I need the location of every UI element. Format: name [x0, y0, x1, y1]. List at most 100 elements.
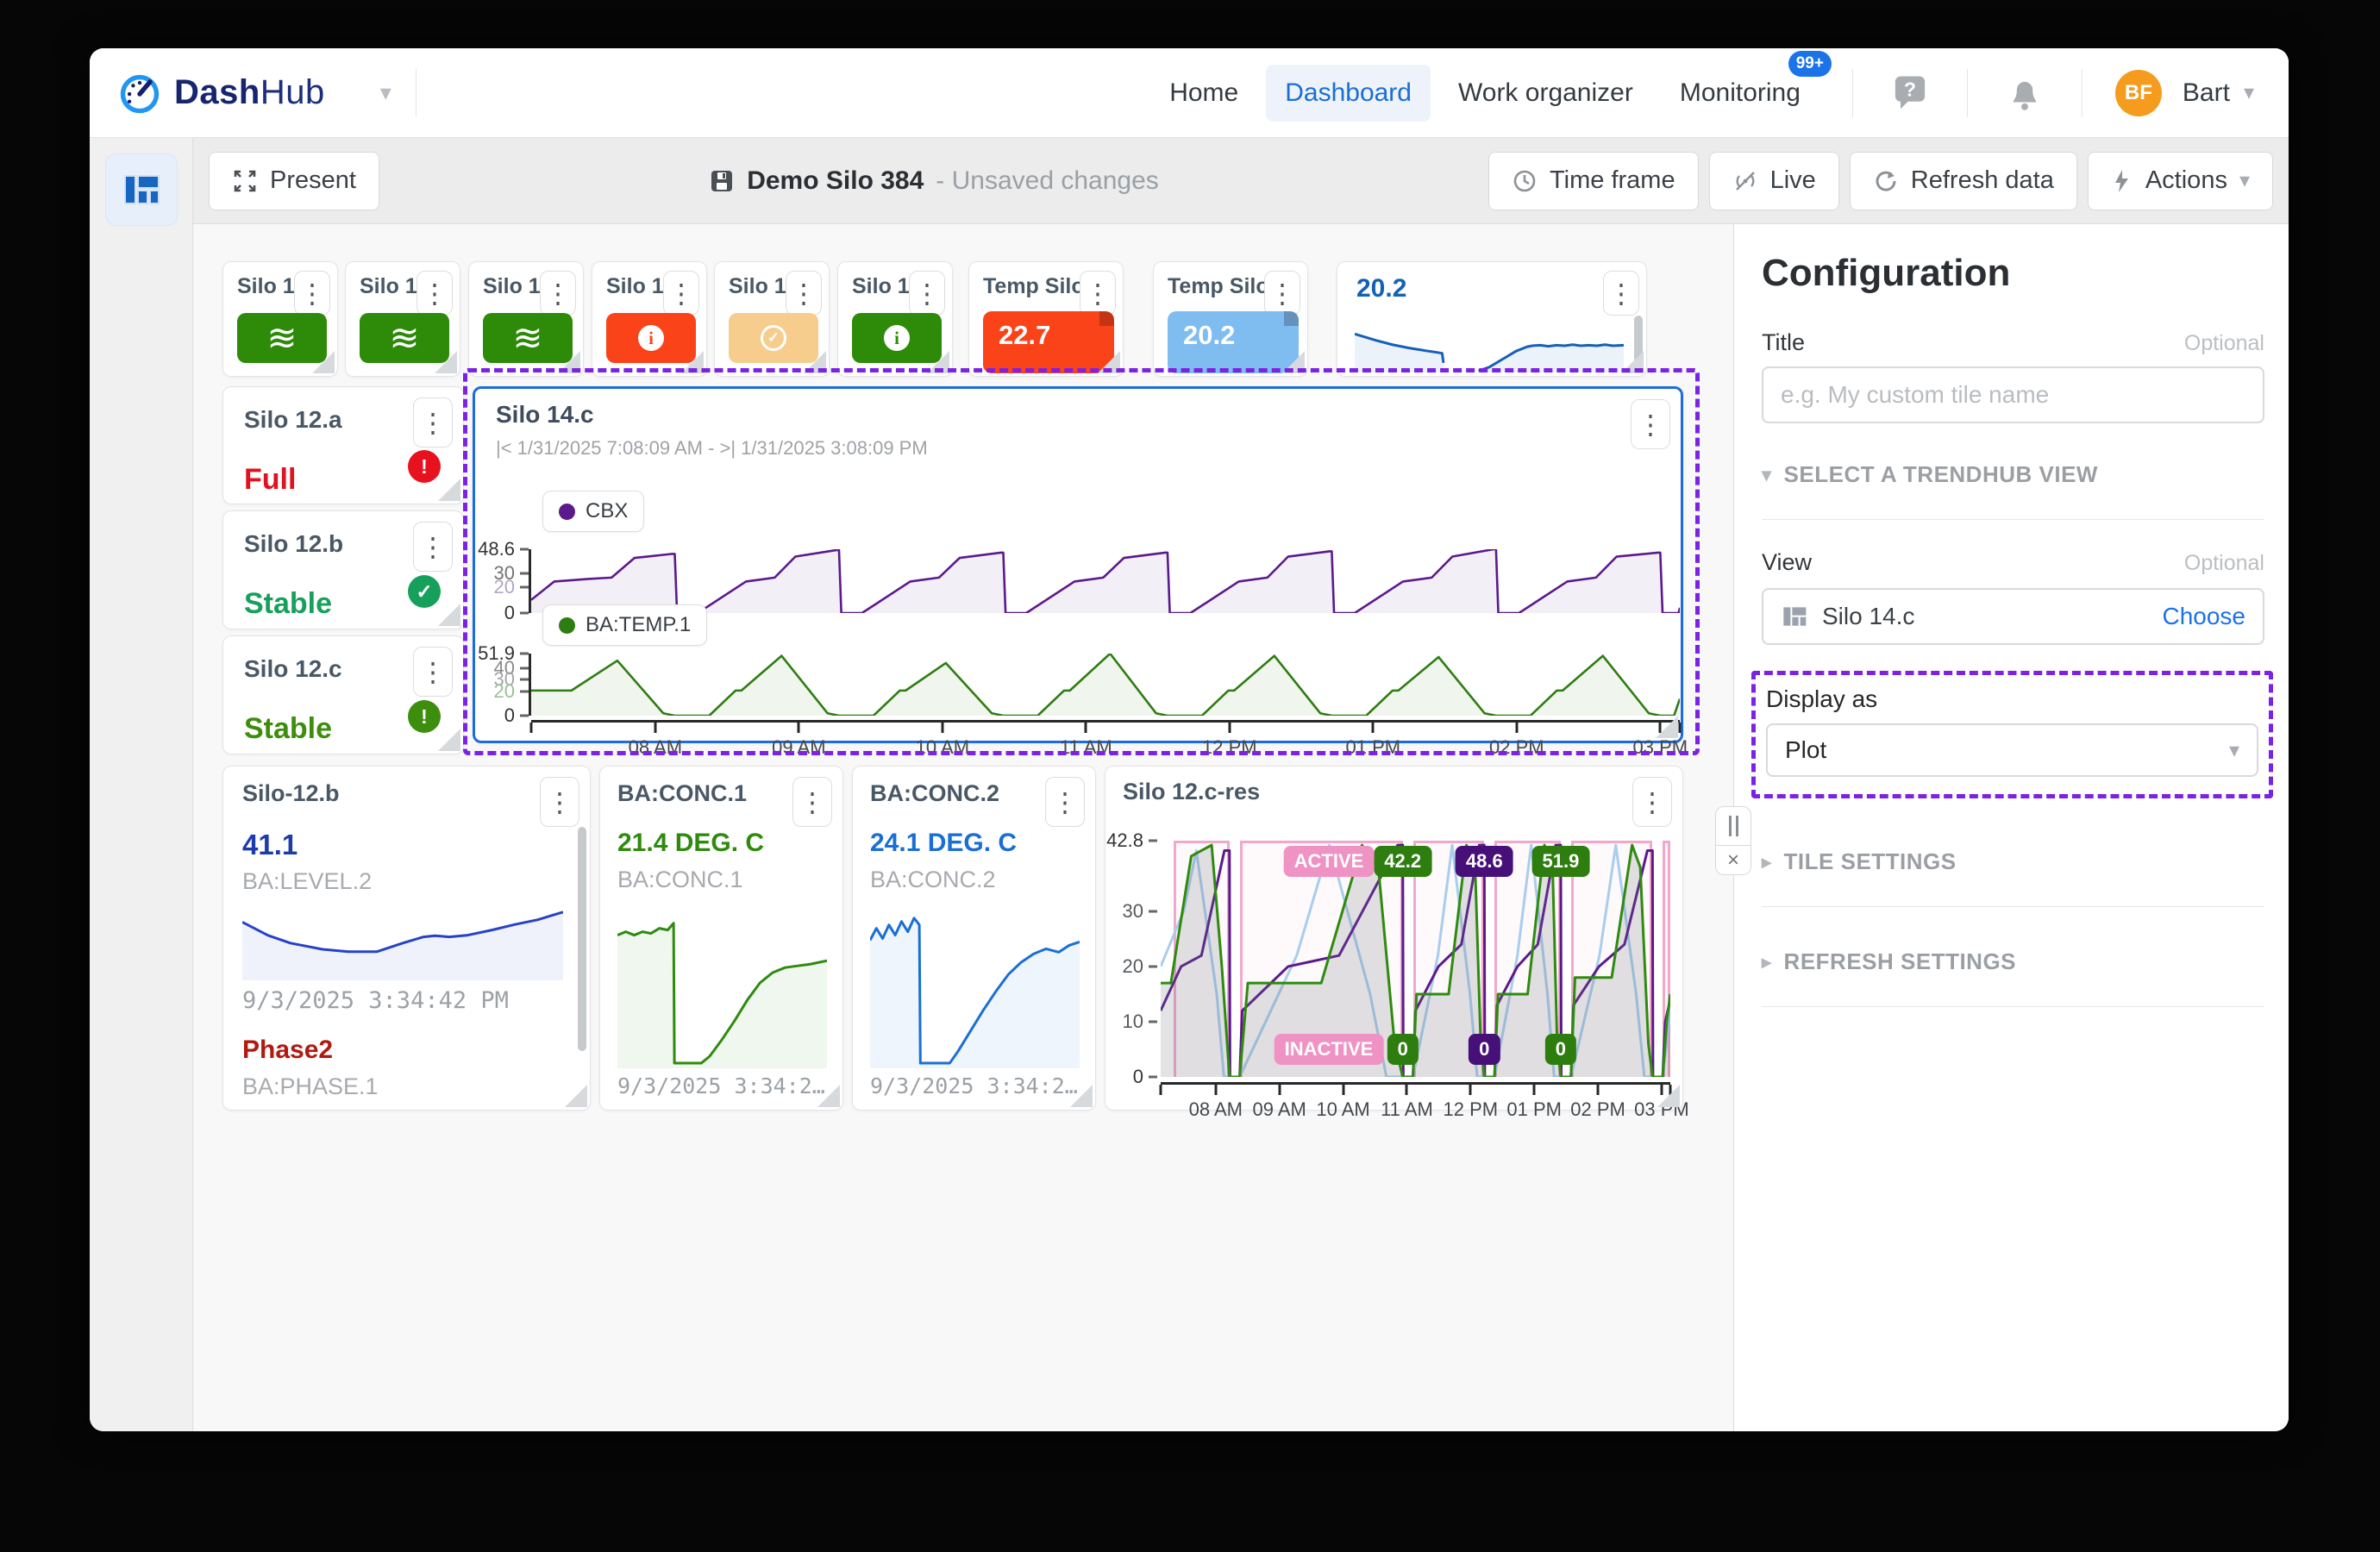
svg-text:?: ?: [1904, 78, 1916, 100]
brand-caret-icon[interactable]: ▾: [380, 79, 391, 106]
phase-value: Phase2: [242, 1036, 333, 1065]
help-button[interactable]: ?: [1886, 69, 1934, 117]
time-frame-button[interactable]: Time frame: [1488, 152, 1699, 210]
y-axis-labels: 51.94030200: [475, 654, 529, 716]
tile-resize-handle[interactable]: [438, 729, 460, 751]
status-tile-silo-12c[interactable]: Silo 12.c ⋮ Stable !: [222, 635, 464, 754]
tile-resize-handle[interactable]: [438, 479, 460, 501]
live-button[interactable]: Live: [1709, 152, 1839, 210]
main-tile-silo-14c[interactable]: Silo 14.c |< 1/31/2025 7:08:09 AM - >| 1…: [473, 386, 1683, 743]
check-icon: ✓: [761, 325, 786, 351]
tile-resize-handle[interactable]: [565, 1085, 587, 1107]
tile-resize-handle[interactable]: [312, 351, 335, 373]
tile-ba-conc2[interactable]: BA:CONC.2 ⋮ 24.1 DEG. C BA:CONC.2 9/3/20…: [852, 766, 1096, 1111]
value-badge: 20.2: [1168, 311, 1299, 373]
display-as-value: Plot: [1785, 736, 1826, 764]
timestamp: 9/3/2025 3:34:2…: [870, 1073, 1078, 1098]
tile-resize-handle[interactable]: [681, 351, 704, 373]
legend-cbx[interactable]: CBX: [542, 491, 644, 532]
mini-tile[interactable]: Silo 1 ⋮ ✓: [714, 261, 830, 377]
tile-resize-handle[interactable]: [804, 351, 826, 373]
notifications-button[interactable]: [2001, 69, 2049, 117]
view-name: Silo 14.c: [1822, 603, 1914, 630]
temp-tile[interactable]: Temp Silo 1 ⋮ 22.7: [968, 261, 1124, 377]
tile-menu-button[interactable]: ⋮: [1631, 399, 1670, 449]
panel-resize-handle[interactable]: ×: [1715, 806, 1751, 875]
display-as-select[interactable]: Plot ▾: [1766, 723, 2258, 777]
tile-resize-handle[interactable]: [1657, 1085, 1680, 1107]
trendhub-section-toggle[interactable]: ▾ SELECT A TRENDHUB VIEW: [1762, 461, 2264, 488]
tile-silo-12c-res[interactable]: Silo 12.c-res ⋮ 42.83020100 ACTIVE42.248…: [1105, 766, 1683, 1111]
mini-tile[interactable]: Silo 1 ⋮ i: [592, 261, 707, 377]
tile-menu-button[interactable]: ⋮: [909, 271, 945, 316]
tile-resize-handle[interactable]: [1098, 351, 1120, 373]
tile-resize-handle[interactable]: [438, 604, 460, 626]
tile-menu-button[interactable]: ⋮: [540, 777, 579, 827]
view-selector[interactable]: Silo 14.c Choose: [1762, 588, 2264, 645]
tile-silo-12b-detail[interactable]: Silo-12.b ⋮ 41.1 BA:LEVEL.2 9/3/2025 3:3…: [222, 766, 591, 1111]
tile-menu-button[interactable]: ⋮: [294, 271, 330, 316]
tile-title: BA:CONC.1: [617, 780, 747, 807]
tile-resize-handle[interactable]: [927, 351, 949, 373]
drag-grip-icon[interactable]: [1715, 806, 1751, 846]
tile-resize-handle[interactable]: [558, 351, 580, 373]
mini-tile[interactable]: Silo 1 ⋮ i: [837, 261, 953, 377]
tile-resize-handle[interactable]: [1282, 351, 1305, 373]
tile-menu-button[interactable]: ⋮: [1045, 777, 1085, 827]
legend-ba-temp1[interactable]: BA:TEMP.1: [542, 604, 707, 646]
tile-ba-conc1[interactable]: BA:CONC.1 ⋮ 21.4 DEG. C BA:CONC.1 9/3/20…: [599, 766, 843, 1111]
unsaved-changes-status: - Unsaved changes: [936, 166, 1159, 196]
tile-menu-button[interactable]: ⋮: [416, 271, 453, 316]
nav-item-work-organizer[interactable]: Work organizer: [1439, 65, 1652, 122]
left-sidebar: [90, 138, 193, 1431]
close-panel-button[interactable]: ×: [1715, 846, 1751, 875]
refresh-settings-toggle[interactable]: ▸ REFRESH SETTINGS: [1762, 948, 2264, 975]
tile-menu-button[interactable]: ⋮: [413, 522, 453, 572]
tile-resize-handle[interactable]: [817, 1085, 840, 1107]
refresh-data-button[interactable]: Refresh data: [1850, 152, 2077, 210]
avatar[interactable]: BF: [2115, 70, 2162, 116]
actions-button[interactable]: Actions ▾: [2088, 152, 2273, 210]
nav-item-dashboard[interactable]: Dashboard: [1266, 65, 1431, 122]
view-grid-icon: [1781, 603, 1808, 630]
tile-settings-toggle[interactable]: ▸ TILE SETTINGS: [1762, 848, 2264, 875]
tile-menu-button[interactable]: ⋮: [540, 271, 576, 316]
tile-menu-button[interactable]: ⋮: [413, 647, 453, 697]
status-tile-silo-12a[interactable]: Silo 12.a ⋮ Full !: [222, 386, 464, 504]
brand-logo[interactable]: DashHub: [117, 71, 325, 116]
nav-divider: [1852, 69, 1853, 117]
temp-tile[interactable]: Temp Silo 2 ⋮ 20.2: [1153, 261, 1308, 377]
dashboard-canvas: Silo 1 ⋮ ≋ Silo 1 ⋮ ≋ Silo 1 ⋮ ≋: [193, 224, 1733, 1431]
chart-value-badge: 51.9: [1532, 846, 1590, 877]
tile-menu-button[interactable]: ⋮: [792, 777, 832, 827]
nav-item-home[interactable]: Home: [1150, 65, 1257, 122]
tile-menu-button[interactable]: ⋮: [1264, 271, 1300, 316]
tile-menu-button[interactable]: ⋮: [663, 271, 699, 316]
nav-item-monitoring[interactable]: Monitoring 99+: [1661, 65, 1819, 122]
info-icon: i: [638, 325, 664, 351]
choose-view-link[interactable]: Choose: [2162, 603, 2245, 630]
chart-value-badge: 48.6: [1456, 846, 1513, 877]
tile-title-input[interactable]: [1762, 366, 2264, 423]
dashboard-layout-button[interactable]: [105, 153, 178, 226]
mini-tile[interactable]: Silo 1 ⋮ ≋: [468, 261, 584, 377]
tile-resize-handle[interactable]: [435, 351, 457, 373]
brand-name: DashHub: [174, 73, 325, 112]
tile-resize-handle[interactable]: [1621, 351, 1644, 373]
nav-divider: [1967, 69, 1968, 117]
mini-tile[interactable]: Silo 1 ⋮ ≋: [222, 261, 338, 377]
user-menu-caret-icon[interactable]: ▾: [2244, 80, 2254, 105]
tile-resize-handle[interactable]: [1070, 1085, 1093, 1107]
tile-resize-handle[interactable]: [1656, 716, 1678, 738]
tile-menu-button[interactable]: ⋮: [1080, 271, 1116, 316]
sparkline-tile[interactable]: 20.2 ⋮: [1337, 261, 1647, 377]
tile-menu-button[interactable]: ⋮: [786, 271, 822, 316]
tile-scrollbar[interactable]: [578, 827, 586, 1051]
tile-menu-button[interactable]: ⋮: [1603, 271, 1639, 316]
present-button[interactable]: Present: [209, 152, 379, 210]
cbx-chart: [531, 549, 1680, 613]
tile-menu-button[interactable]: ⋮: [1632, 777, 1672, 827]
status-tile-silo-12b[interactable]: Silo 12.b ⋮ Stable ✓: [222, 510, 464, 629]
mini-tile[interactable]: Silo 1 ⋮ ≋: [345, 261, 460, 377]
tile-menu-button[interactable]: ⋮: [413, 397, 453, 447]
